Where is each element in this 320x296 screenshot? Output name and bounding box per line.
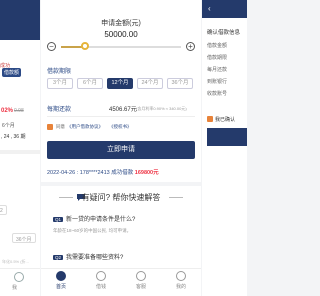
confirm-item: 收款账号 [207,91,228,97]
left-footnote: 年化0.5% (折... [2,259,29,264]
left-line-1: 6个月 [2,123,15,129]
back-arrow-icon[interactable]: ‹ [208,4,211,13]
confirm-item: 每月还款 [207,67,228,73]
nav-label: 我的 [175,284,186,290]
term-option[interactable]: 12个月 [107,78,133,89]
term-option[interactable]: 3个月 [47,78,73,89]
success-ticker: 2022-04-26 : 178****2413 成功借款 169800元 [47,168,197,176]
slider-handle[interactable] [81,42,89,50]
nav-item-mine[interactable]: 我的 [165,271,197,295]
confirm-text: 我已确认 [215,117,236,123]
agree-text: 同意 [56,124,65,129]
repay-note: (含月利率0.90% ≈ 340.00元) [136,106,187,111]
user-icon[interactable] [14,272,24,282]
authorization-link[interactable]: 《授权书》 [109,124,132,130]
section-separator [41,182,201,186]
faq-question[interactable]: Q1 新一贷的申请条件是什么? [53,214,135,223]
agree-checkbox[interactable] [47,124,53,130]
amount-value: 50000.00 [104,30,138,39]
faq-tag: Q2 [53,255,64,260]
left-chip[interactable]: 36个月 [12,233,36,243]
confirm-button[interactable] [207,128,247,146]
faq-answer: 年龄在18~60岁的中国公民, 均可申请。 [53,228,132,233]
faq-tag: Q1 [53,217,64,222]
left-rate-old: 0.98 [14,108,24,114]
confirm-checkbox[interactable] [207,116,213,122]
left-chip[interactable]: 2 [0,205,7,215]
minus-button[interactable]: − [47,42,56,51]
faq-question-text: 我需要准备哪些资料? [66,255,124,261]
term-option[interactable]: 36个月 [167,78,193,89]
bottom-nav: 首页 借钱 客服 我的 [41,268,201,296]
repay-value: 4506.67元 [109,107,137,113]
confirm-item: 借款期限 [207,55,228,61]
left-badge: 借款额 [2,68,22,77]
left-line-2: , 24 , 36 期 [1,134,26,140]
previous-screen-panel: 成功 借款额 02% 0.98 6个月 , 24 , 36 期 2 36个月 年… [0,0,40,296]
left-divider [0,150,40,154]
user-icon [176,271,186,281]
left-rate: 02% [1,108,14,114]
money-icon [96,271,106,281]
divider [47,116,195,117]
confirm-item: 到账银行 [207,79,228,85]
next-screen-panel: ‹ 确认借款信息 借款金额 借款期限 每月还款 到账银行 收款账号 我已确认 [202,0,247,296]
term-option[interactable]: 6个月 [77,78,103,89]
confirm-item: 借款金额 [207,43,228,49]
term-options: 3个月 6个月 12个月 24个月 36个月 [47,78,197,90]
apply-button[interactable]: 立即申请 [47,141,195,159]
faq-right-rule [169,197,183,198]
term-option[interactable]: 24个月 [137,78,163,89]
left-header-bar [0,0,40,40]
loan-application-screen: 申请金额(元) 50000.00 − + 借款期限 3个月 6个月 12个月 2… [41,0,201,296]
nav-item-service[interactable]: 客服 [125,271,157,295]
user-agreement-link[interactable]: 《用户借款协议》 [67,124,103,130]
left-bottom-nav: 我 [0,268,40,296]
nav-label: 客服 [135,284,146,290]
nav-item-borrow[interactable]: 借钱 [85,271,117,295]
nav-label: 首页 [55,284,66,290]
amount-title: 申请金额(元) [101,20,141,27]
confirm-title: 确认借款信息 [207,30,241,36]
term-label: 借款期限 [47,69,72,75]
repay-label: 每期还款 [47,107,72,113]
nav-item-home[interactable]: 首页 [45,271,77,295]
agreement-row: 同意 《用户借款协议》 《授权书》 [47,124,197,132]
ticker-text: 2022-04-26 : 178****2413 成功借款 [47,170,134,176]
nav-label: 借钱 [95,284,106,290]
faq-question[interactable]: Q2 我需要准备哪些资料? [53,252,123,261]
plus-button[interactable]: + [186,42,195,51]
home-icon [56,271,66,281]
amount-slider: − + [47,42,195,54]
left-nav-label[interactable]: 我 [12,284,17,291]
service-icon [136,271,146,281]
right-header-bar: ‹ [202,0,247,18]
ticker-amount: 169800元 [134,170,159,176]
faq-question-text: 新一贷的申请条件是什么? [66,217,136,223]
